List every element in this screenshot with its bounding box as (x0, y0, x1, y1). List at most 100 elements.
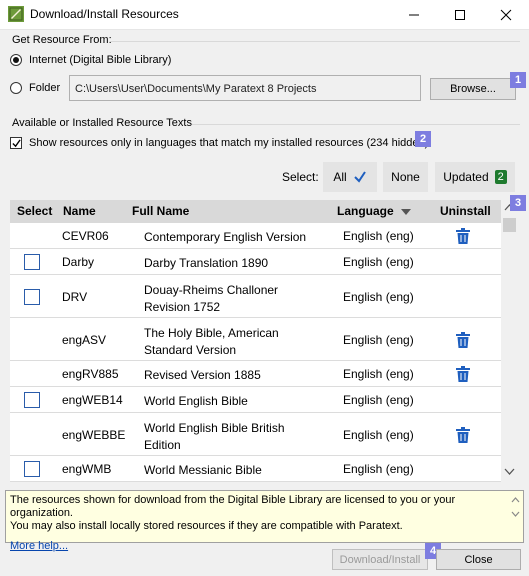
table-row[interactable]: engRV885 Revised Version 1885 English (eng… (10, 361, 501, 387)
row-full-name: Douay-Rheims Challoner Revision 1752 (144, 282, 278, 316)
minimize-button[interactable] (391, 0, 437, 30)
column-header-uninstall[interactable]: Uninstall (440, 204, 491, 218)
column-header-name[interactable]: Name (63, 204, 96, 218)
row-name: engRV885 (62, 367, 119, 381)
help-badge-1[interactable]: 1 (510, 72, 526, 88)
filter-checkbox-label[interactable]: Show resources only in languages that ma… (29, 137, 428, 149)
resources-group-label: Available or Installed Resource Texts (12, 117, 192, 129)
maximize-button[interactable] (437, 0, 483, 30)
checkmark-icon (353, 171, 366, 183)
more-help-link[interactable]: More help... (10, 540, 68, 553)
row-full-name: The Holy Bible, American Standard Version (144, 325, 279, 359)
select-all-label: All (333, 170, 347, 184)
folder-radio-label[interactable]: Folder (29, 82, 60, 94)
resources-group-divider (192, 124, 520, 125)
row-full-name-line: The Holy Bible, American (144, 325, 279, 340)
internet-radio[interactable] (10, 54, 22, 66)
filter-checkbox[interactable] (10, 137, 22, 149)
table-scrollbar[interactable] (501, 200, 518, 482)
sort-descending-icon (401, 209, 411, 215)
row-full-name: Darby Translation 1890 (144, 255, 268, 272)
table-row[interactable]: engWEB14 World English Bible English (eng) (10, 387, 501, 413)
row-full-name-line: Standard Version (144, 342, 237, 357)
row-full-name: World English Bible (144, 393, 248, 410)
updated-count-badge: 2 (494, 170, 507, 184)
close-window-button[interactable] (483, 0, 529, 30)
info-line-1: The resources shown for download from th… (10, 494, 456, 519)
table-row[interactable]: engWEBBE World English Bible British Editi… (10, 413, 501, 456)
row-full-name-line: Contemporary English Version (144, 230, 307, 244)
row-name: DRV (62, 289, 88, 304)
row-name: engASV (62, 332, 107, 347)
close-icon (500, 9, 512, 21)
column-header-full-name[interactable]: Full Name (132, 204, 189, 218)
row-full-name-line: Darby Translation 1890 (144, 256, 269, 270)
browse-button[interactable]: Browse... (430, 78, 516, 100)
source-group-divider (110, 41, 520, 42)
row-full-name-line: Revision 1752 (144, 299, 221, 314)
row-name: engWEBBE (62, 427, 126, 442)
column-header-select[interactable]: Select (17, 204, 52, 218)
help-badge-3[interactable]: 3 (510, 195, 526, 211)
checkmark-icon (12, 139, 21, 148)
row-full-name: Revised Version 1885 (144, 367, 261, 384)
row-language: English (eng) (343, 332, 414, 347)
row-language: English (eng) (343, 462, 414, 476)
trash-icon[interactable] (456, 426, 470, 443)
close-button[interactable]: Close (436, 549, 521, 570)
select-updated-label: Updated (443, 170, 489, 184)
table-row[interactable]: engWMB World Messianic Bible English (eng) (10, 456, 501, 482)
row-language: English (eng) (343, 393, 414, 407)
row-full-name: World Messianic Bible (144, 462, 262, 479)
trash-icon[interactable] (456, 366, 470, 382)
source-group-label: Get Resource From: (12, 34, 112, 46)
window-title: Download/Install Resources (30, 7, 179, 21)
column-header-language[interactable]: Language (337, 204, 394, 218)
row-select-checkbox[interactable] (24, 288, 40, 305)
row-full-name-line: World English Bible (144, 394, 248, 408)
table-row[interactable]: CEVR06 Contemporary English Version Englis… (10, 223, 501, 249)
scrollbar-thumb[interactable] (503, 218, 516, 232)
folder-radio[interactable] (10, 82, 22, 94)
row-language: English (eng) (343, 367, 414, 381)
row-full-name-line: World Messianic Bible (144, 463, 262, 477)
row-name: engWEB14 (62, 393, 123, 407)
info-scroll-down-icon[interactable] (511, 511, 520, 517)
trash-icon[interactable] (456, 228, 470, 244)
row-name: Darby (62, 255, 95, 269)
row-select-checkbox[interactable] (24, 254, 40, 270)
title-bar: Download/Install Resources (0, 0, 529, 30)
help-badge-2[interactable]: 2 (415, 131, 431, 147)
table-header: Select Name Full Name Language Uninstall (10, 200, 501, 223)
row-full-name-line: Douay-Rheims Challoner (144, 282, 279, 297)
info-scroll-up-icon[interactable] (511, 497, 520, 503)
table-row[interactable]: DRV Douay-Rheims Challoner Revision 1752 En… (10, 275, 501, 318)
row-full-name-line: Edition (144, 437, 181, 452)
row-full-name-line: Revised Version 1885 (144, 368, 261, 382)
scroll-down-icon[interactable] (504, 468, 515, 475)
folder-path-field[interactable]: C:\Users\User\Documents\My Paratext 8 Pr… (69, 75, 421, 101)
select-all-button[interactable]: All (323, 162, 377, 192)
select-updated-button[interactable]: Updated 2 (435, 162, 515, 192)
row-select-checkbox[interactable] (24, 461, 40, 477)
license-info-box: The resources shown for download from th… (5, 490, 524, 552)
select-label: Select: (282, 170, 319, 184)
resource-table: Select Name Full Name Language Uninstall… (10, 200, 501, 482)
row-name: engWMB (62, 462, 112, 476)
internet-radio-label[interactable]: Internet (Digital Bible Library) (29, 54, 171, 66)
row-full-name: Contemporary English Version (144, 229, 306, 246)
row-language: English (eng) (343, 289, 414, 304)
trash-icon[interactable] (456, 331, 470, 348)
info-line-2: You may also install locally stored reso… (10, 520, 403, 532)
row-language: English (eng) (343, 427, 414, 442)
row-language: English (eng) (343, 229, 414, 243)
row-language: English (eng) (343, 255, 414, 269)
row-select-checkbox[interactable] (24, 392, 40, 408)
row-name: CEVR06 (62, 229, 109, 243)
select-none-button[interactable]: None (383, 162, 428, 192)
download-install-button[interactable]: Download/Install (332, 549, 428, 570)
row-full-name: World English Bible British Edition (144, 420, 285, 454)
table-row[interactable]: Darby Darby Translation 1890 English (eng) (10, 249, 501, 275)
row-full-name-line: World English Bible British (144, 420, 285, 435)
table-row[interactable]: engASV The Holy Bible, American Standard V… (10, 318, 501, 361)
